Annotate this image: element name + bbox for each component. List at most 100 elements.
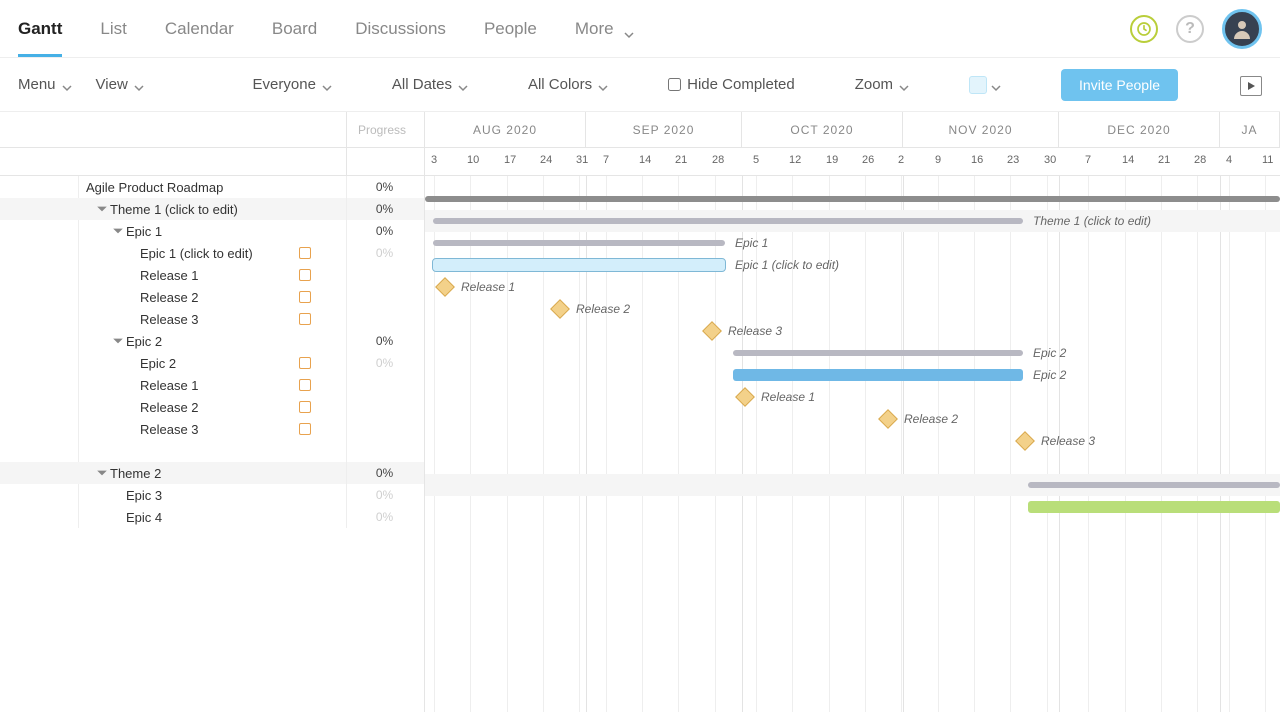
date-tick: 21 [675, 154, 687, 166]
gantt-bar[interactable] [433, 259, 725, 271]
milestone-icon[interactable] [435, 277, 455, 297]
milestone-label: Release 2 [576, 302, 630, 316]
gantt-chart[interactable]: AUG 2020SEP 2020OCT 2020NOV 2020DEC 2020… [425, 112, 1280, 712]
task-checkbox[interactable] [299, 401, 311, 413]
gantt-bar[interactable] [425, 196, 1280, 202]
invite-people-button[interactable]: Invite People [1061, 69, 1178, 101]
presentation-icon[interactable] [1238, 74, 1262, 96]
task-checkbox[interactable] [299, 269, 311, 281]
tab-calendar[interactable]: Calendar [165, 1, 234, 56]
task-checkbox[interactable] [299, 291, 311, 303]
hide-completed-input[interactable] [668, 78, 681, 91]
tab-board[interactable]: Board [272, 1, 317, 56]
sidebar-date-spacer [0, 148, 424, 176]
tab-gantt[interactable]: Gantt [18, 1, 62, 56]
color-swatch-dropdown[interactable] [969, 76, 1001, 94]
date-header: 3101724317142128512192629162330714212841… [425, 148, 1280, 176]
tab-list[interactable]: List [100, 1, 126, 56]
milestone-label: Release 3 [1041, 434, 1095, 448]
gantt-bar-label: Epic 2 [1033, 368, 1066, 382]
nav-right: ? [1130, 9, 1262, 49]
task-percent: 0% [345, 334, 424, 348]
expand-caret-icon[interactable] [96, 203, 108, 215]
help-icon[interactable]: ? [1176, 15, 1204, 43]
filter-colors[interactable]: All Colors [528, 76, 608, 93]
task-row[interactable]: Release 1 [0, 264, 424, 286]
task-row[interactable]: Epic 30% [0, 484, 424, 506]
task-row[interactable]: Epic 20% [0, 330, 424, 352]
task-name: Theme 2 [0, 466, 345, 481]
task-checkbox[interactable] [299, 379, 311, 391]
gantt-bar-label: Theme 1 (click to edit) [1033, 214, 1151, 228]
task-row[interactable]: Epic 1 (click to edit)0% [0, 242, 424, 264]
task-row[interactable]: Epic 40% [0, 506, 424, 528]
milestone-label: Release 3 [728, 324, 782, 338]
expand-caret-icon[interactable] [112, 335, 124, 347]
user-avatar[interactable] [1222, 9, 1262, 49]
task-percent: 0% [345, 224, 424, 238]
chevron-down-icon [899, 80, 909, 90]
milestone-icon[interactable] [878, 409, 898, 429]
date-tick: 7 [1085, 154, 1091, 166]
task-checkbox[interactable] [299, 247, 311, 259]
date-tick: 28 [712, 154, 724, 166]
date-tick: 3 [431, 154, 437, 166]
gantt-bar[interactable] [433, 218, 1023, 224]
chart-canvas[interactable]: Theme 1 (click to edit) Epic 1 Epic 1 (cli… [425, 176, 1280, 712]
gantt-bar[interactable] [733, 369, 1023, 381]
milestone-icon[interactable] [735, 387, 755, 407]
task-row[interactable]: Agile Product Roadmap0% [0, 176, 424, 198]
gantt-bar[interactable] [1028, 501, 1280, 513]
month-cell: SEP 2020 [586, 112, 742, 147]
date-tick: 5 [753, 154, 759, 166]
expand-caret-icon[interactable] [96, 467, 108, 479]
milestone-label: Release 1 [761, 390, 815, 404]
task-row[interactable]: Release 2 [0, 286, 424, 308]
zoom-dropdown[interactable]: Zoom [855, 76, 909, 93]
gantt-bar-label: Epic 1 [735, 236, 768, 250]
task-row[interactable]: Epic 10% [0, 220, 424, 242]
clock-icon[interactable] [1130, 15, 1158, 43]
task-row[interactable]: Release 2 [0, 396, 424, 418]
task-row[interactable]: Epic 20% [0, 352, 424, 374]
task-checkbox[interactable] [299, 357, 311, 369]
task-checkbox[interactable] [299, 313, 311, 325]
filter-people[interactable]: Everyone [253, 76, 332, 93]
filter-dates[interactable]: All Dates [392, 76, 468, 93]
milestone-icon[interactable] [1015, 431, 1035, 451]
task-row[interactable]: Theme 20% [0, 462, 424, 484]
chevron-down-icon [458, 80, 468, 90]
chevron-down-icon [598, 80, 608, 90]
gantt-bar[interactable] [433, 240, 725, 246]
task-name: Epic 1 (click to edit) [0, 246, 299, 261]
top-nav: Gantt List Calendar Board Discussions Pe… [0, 0, 1280, 58]
task-name: Agile Product Roadmap [0, 180, 345, 195]
hide-completed-checkbox[interactable]: Hide Completed [668, 76, 795, 93]
task-row[interactable]: Release 3 [0, 308, 424, 330]
date-tick: 30 [1044, 154, 1056, 166]
tab-discussions[interactable]: Discussions [355, 1, 446, 56]
task-row [0, 440, 424, 462]
expand-caret-icon[interactable] [112, 225, 124, 237]
milestone-icon[interactable] [550, 299, 570, 319]
task-name: Epic 2 [0, 334, 345, 349]
date-tick: 12 [789, 154, 801, 166]
task-row[interactable]: Theme 1 (click to edit)0% [0, 198, 424, 220]
milestone-label: Release 2 [904, 412, 958, 426]
tab-more[interactable]: More [575, 1, 634, 56]
task-checkbox[interactable] [299, 423, 311, 435]
gantt-bar[interactable] [1028, 482, 1280, 488]
task-row[interactable]: Release 3 [0, 418, 424, 440]
task-row[interactable]: Release 1 [0, 374, 424, 396]
task-rows: Agile Product Roadmap0%Theme 1 (click to… [0, 176, 424, 528]
tab-people[interactable]: People [484, 1, 537, 56]
month-cell: NOV 2020 [903, 112, 1059, 147]
menu-dropdown[interactable]: Menu [18, 76, 72, 93]
progress-label: Progress [358, 123, 406, 137]
gantt-bar-label: Epic 1 (click to edit) [735, 258, 839, 272]
gantt-bar[interactable] [733, 350, 1023, 356]
milestone-icon[interactable] [702, 321, 722, 341]
view-dropdown[interactable]: View [96, 76, 144, 93]
month-cell: DEC 2020 [1059, 112, 1220, 147]
date-tick: 10 [467, 154, 479, 166]
